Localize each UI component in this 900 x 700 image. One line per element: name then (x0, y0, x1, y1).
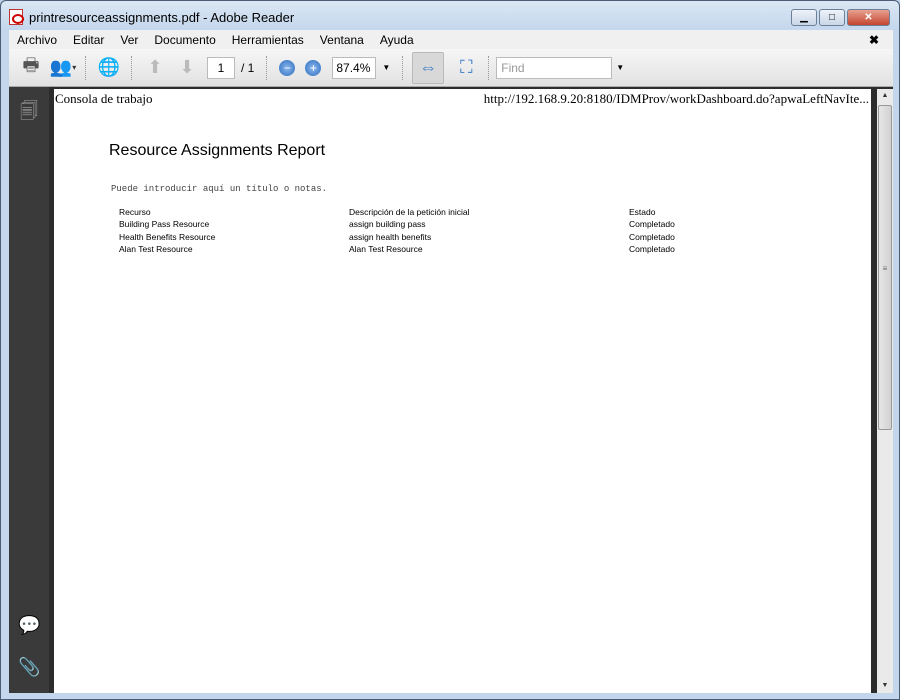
page-header-url: http://192.168.9.20:8180/IDMProv/workDas… (483, 91, 869, 106)
header-descripcion: Descripción de la petición inicial (349, 207, 470, 217)
cell-descripcion: assign health benefits (349, 231, 432, 242)
pages-icon[interactable]: 🗐 (18, 99, 40, 121)
header-recurso: Recurso (119, 207, 151, 217)
report-table: Recurso Descripción de la petición inici… (119, 207, 819, 256)
print-button[interactable]: 🖶 (17, 54, 45, 82)
header-estado: Estado (629, 207, 656, 217)
table-row: Alan Test Resource Alan Test Resource Co… (119, 244, 819, 256)
comments-icon[interactable]: 💬 (18, 615, 40, 637)
menu-herramientas[interactable]: Herramientas (224, 33, 312, 47)
next-page-button[interactable]: ⬇ (173, 54, 201, 82)
scroll-up-icon[interactable]: ▲ (877, 89, 893, 103)
menu-editar[interactable]: Editar (65, 33, 112, 47)
report-title: Resource Assignments Report (109, 142, 326, 159)
cell-descripcion: Alan Test Resource (349, 243, 423, 254)
menu-documento[interactable]: Documento (146, 33, 223, 47)
web-capture-button[interactable]: 🌐 (95, 54, 123, 82)
cell-descripcion: assign building pass (349, 219, 426, 230)
menu-ventana[interactable]: Ventana (312, 33, 372, 47)
vertical-scrollbar[interactable]: ▲ ≡ ▼ (877, 89, 893, 693)
navigation-pane: 🗐 💬 📎 (9, 87, 49, 693)
table-row: Building Pass Resource assign building p… (119, 219, 819, 231)
find-dropdown-icon[interactable]: ▼ (616, 63, 624, 72)
cell-recurso: Building Pass Resource (119, 219, 210, 230)
menu-ver[interactable]: Ver (112, 33, 146, 47)
title-bar: printresourceassignments.pdf - Adobe Rea… (9, 7, 294, 27)
menu-archivo[interactable]: Archivo (9, 33, 65, 47)
previous-page-button[interactable]: ⬆ (141, 54, 169, 82)
zoom-out-button[interactable]: − (279, 59, 296, 76)
zoom-in-button[interactable]: + (305, 59, 322, 76)
cell-recurso: Health Benefits Resource (119, 231, 216, 242)
zoom-level-input[interactable]: 87.4% (332, 56, 377, 79)
attachments-icon[interactable]: 📎 (18, 657, 40, 679)
window-title: printresourceassignments.pdf - Adobe Rea… (29, 9, 295, 25)
table-header-row: Recurso Descripción de la petición inici… (119, 207, 819, 219)
cell-estado: Completado (629, 243, 675, 254)
scroll-down-icon[interactable]: ▼ (877, 679, 893, 693)
pdf-page: Consola de trabajo http://192.168.9.20:8… (54, 89, 871, 693)
menu-ayuda[interactable]: Ayuda (372, 33, 422, 47)
close-button[interactable]: ✕ (847, 9, 890, 26)
collaborate-button[interactable]: 👥 ▾ (49, 54, 77, 82)
cell-estado: Completado (629, 231, 675, 242)
app-window: printresourceassignments.pdf - Adobe Rea… (0, 0, 900, 700)
page-total: / 1 (241, 60, 255, 75)
zoom-dropdown-icon[interactable]: ▼ (382, 63, 390, 72)
find-input[interactable]: Find (496, 56, 613, 79)
toolbar: 🖶 👥 ▾ 🌐 ⬆ ⬇ 1 / 1 − + 87.4% ▼ ⇔ ⛶ Find ▼ (9, 49, 893, 87)
report-notes: Puede introducir aquí un título o notas. (111, 184, 328, 194)
maximize-button[interactable]: □ (819, 9, 845, 26)
pdf-file-icon (9, 9, 24, 25)
page-header-left: Consola de trabajo (55, 91, 153, 106)
table-row: Health Benefits Resource assign health b… (119, 232, 819, 244)
minimize-button[interactable]: ▁ (791, 9, 817, 26)
fit-width-button[interactable]: ⇔ (412, 51, 445, 84)
cell-estado: Completado (629, 219, 675, 230)
fit-page-button[interactable]: ⛶ (452, 54, 480, 82)
menu-bar: Archivo Editar Ver Documento Herramienta… (9, 30, 893, 49)
close-document-icon[interactable]: ✖ (861, 33, 887, 47)
document-area: 🗐 💬 📎 Consola de trabajo http://192.168.… (9, 87, 893, 693)
scrollbar-thumb[interactable]: ≡ (878, 105, 892, 430)
cell-recurso: Alan Test Resource (119, 243, 193, 254)
page-number-input[interactable]: 1 (207, 56, 235, 79)
